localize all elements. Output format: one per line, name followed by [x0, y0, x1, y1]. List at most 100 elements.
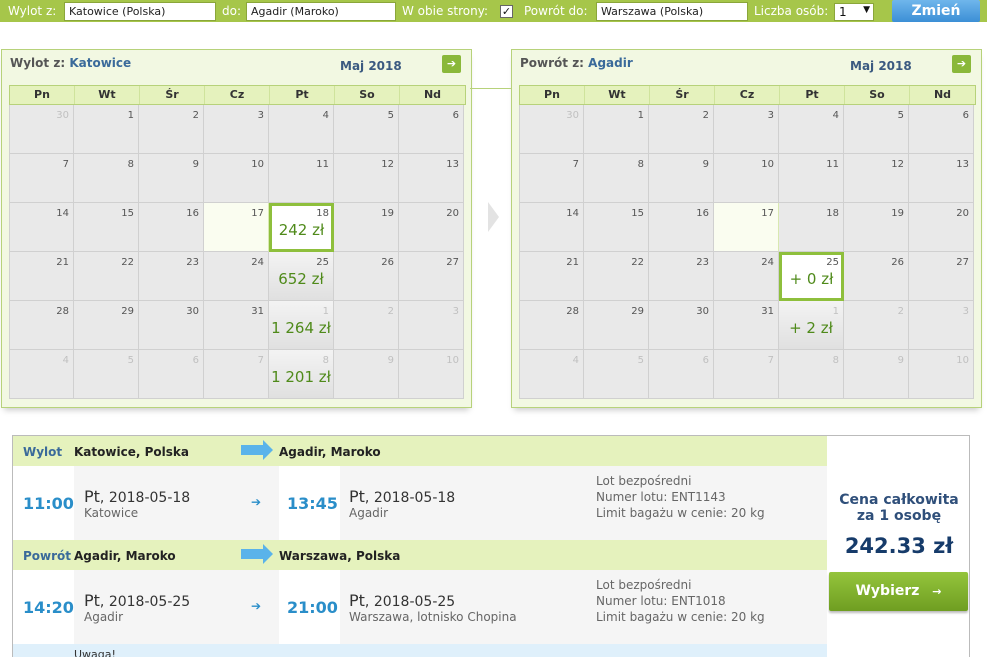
calendar-day: 18 [779, 203, 844, 252]
return-flight-number: Numer lotu: ENT1018 [596, 594, 726, 608]
day-number: 30 [566, 110, 579, 121]
day-number: 4 [832, 110, 839, 121]
day-number: 25 [826, 257, 839, 268]
arrow-right-icon: ➔ [251, 599, 262, 613]
calendar-day: 28 [519, 301, 584, 350]
arrow-right-icon: ➔ [251, 495, 262, 509]
arrow-right-icon[interactable]: ➔ [442, 55, 461, 73]
calendar-day: 30 [139, 301, 204, 350]
day-number: 2 [192, 110, 199, 121]
select-button-label: Wybierz [855, 583, 920, 599]
outbound-calendar-week: 21 22 23 24 25 652 zł 26 27 [9, 252, 466, 301]
day-number: 6 [192, 355, 199, 366]
outbound-to: Agadir, Maroko [279, 445, 381, 459]
calendar-day[interactable]: 1 + 2 zł [779, 301, 844, 350]
calendar-day: 28 [9, 301, 74, 350]
calendar-day: 9 [139, 154, 204, 203]
select-button[interactable]: Wybierz → [829, 572, 968, 611]
calendar-day[interactable]: 25 652 zł [269, 252, 334, 301]
return-selected-day[interactable]: 25 + 0 zł [779, 252, 844, 301]
day-number: 26 [381, 257, 394, 268]
day-number: 8 [322, 355, 329, 366]
calendar-day: 13 [399, 154, 464, 203]
outbound-arr-city: Agadir [349, 506, 389, 520]
calendar-day: 24 [204, 252, 269, 301]
outbound-dep-time-cell: 11:00 [13, 466, 74, 540]
return-dep-date-value: , 2018-05-25 [99, 594, 191, 610]
calendar-day[interactable]: 1 1 264 zł [269, 301, 334, 350]
roundtrip-checkbox[interactable]: ✓ [500, 5, 513, 18]
weekday-label: So [845, 86, 910, 104]
persons-value: 1 [839, 5, 847, 19]
outbound-calendar-week: 30 1 2 3 4 5 6 [9, 105, 466, 154]
return-info: Lot bezpośredni Numer lotu: ENT1018 Limi… [596, 577, 765, 625]
calendar-day: 2 [334, 301, 399, 350]
outbound-calendar-title-prefix: Wylot z: [10, 56, 66, 70]
arrow-right-icon[interactable]: ➔ [952, 55, 971, 73]
day-number: 17 [251, 208, 264, 219]
calendar-day: 10 [399, 350, 464, 399]
outbound-selected-day[interactable]: 18 242 zł [269, 203, 334, 252]
day-number: 14 [56, 208, 69, 219]
persons-select[interactable]: 1 ▼ [834, 3, 874, 21]
day-number: 22 [631, 257, 644, 268]
calendar-day: 8 [74, 154, 139, 203]
calendar-day: 15 [584, 203, 649, 252]
calendar-day[interactable]: 8 1 201 zł [269, 350, 334, 399]
day-number: 4 [322, 110, 329, 121]
calendar-day: 20 [909, 203, 974, 252]
day-number: 3 [767, 110, 774, 121]
day-number: 19 [891, 208, 904, 219]
day-price: + 2 zł [789, 319, 833, 337]
return-arr-day: Pt [349, 591, 365, 610]
calendar-day: 24 [714, 252, 779, 301]
weekday-label: Pt [270, 86, 335, 104]
return-calendar-week: 21 22 23 24 25 + 0 zł 26 27 [519, 252, 976, 301]
weekday-label: Cz [715, 86, 780, 104]
return-to: Warszawa, Polska [279, 549, 401, 563]
change-search-button[interactable]: Zmień [892, 0, 980, 22]
day-number: 1 [637, 110, 644, 121]
day-number: 16 [696, 208, 709, 219]
day-number: 6 [702, 355, 709, 366]
chevron-down-icon: ▼ [863, 5, 870, 15]
weekday-label: Śr [140, 86, 205, 104]
return-calendar-title: Powrót z: Agadir [520, 56, 633, 70]
day-number: 2 [897, 306, 904, 317]
total-price-box: Cena całkowita za 1 osobę 242.33 zł Wybi… [827, 436, 969, 657]
return-calendar-title-prefix: Powrót z: [520, 56, 584, 70]
calendar-day: 6 [399, 105, 464, 154]
return-input[interactable]: Warszawa (Polska) [596, 2, 748, 21]
outbound-label: Wylot [23, 445, 63, 459]
calendar-day: 31 [204, 301, 269, 350]
outbound-info: Lot bezpośredni Numer lotu: ENT1143 Limi… [596, 473, 765, 521]
return-label: Powrót do: [524, 4, 588, 18]
day-number: 30 [696, 306, 709, 317]
day-number: 13 [956, 159, 969, 170]
day-number: 24 [761, 257, 774, 268]
day-number: 6 [962, 110, 969, 121]
weekday-label: Nd [933, 88, 952, 101]
return-arr-city: Warszawa, lotnisko Chopina [349, 610, 517, 624]
day-number: 28 [56, 306, 69, 317]
from-input[interactable]: Katowice (Polska) [64, 2, 216, 21]
day-number: 11 [316, 159, 329, 170]
calendar-day: 3 [204, 105, 269, 154]
return-from: Agadir, Maroko [74, 549, 176, 563]
to-input[interactable]: Agadir (Maroko) [246, 2, 396, 21]
calendar-day: 2 [844, 301, 909, 350]
calendar-day: 9 [844, 350, 909, 399]
outbound-flight-number: Numer lotu: ENT1143 [596, 490, 726, 504]
day-number: 29 [121, 306, 134, 317]
day-number: 3 [452, 306, 459, 317]
day-number: 30 [186, 306, 199, 317]
persons-label: Liczba osób: [754, 4, 829, 18]
calendar-day: 3 [909, 301, 974, 350]
outbound-calendar: Wylot z: Katowice Maj 2018 ➔ Pn Wt Śr Cz Pt S… [1, 49, 472, 408]
day-number: 8 [637, 159, 644, 170]
outbound-dep-date-value: , 2018-05-18 [99, 490, 191, 506]
day-number: 9 [192, 159, 199, 170]
calendar-day: 12 [844, 154, 909, 203]
return-arr-date-value: , 2018-05-25 [364, 594, 456, 610]
day-price: 242 zł [278, 221, 325, 239]
